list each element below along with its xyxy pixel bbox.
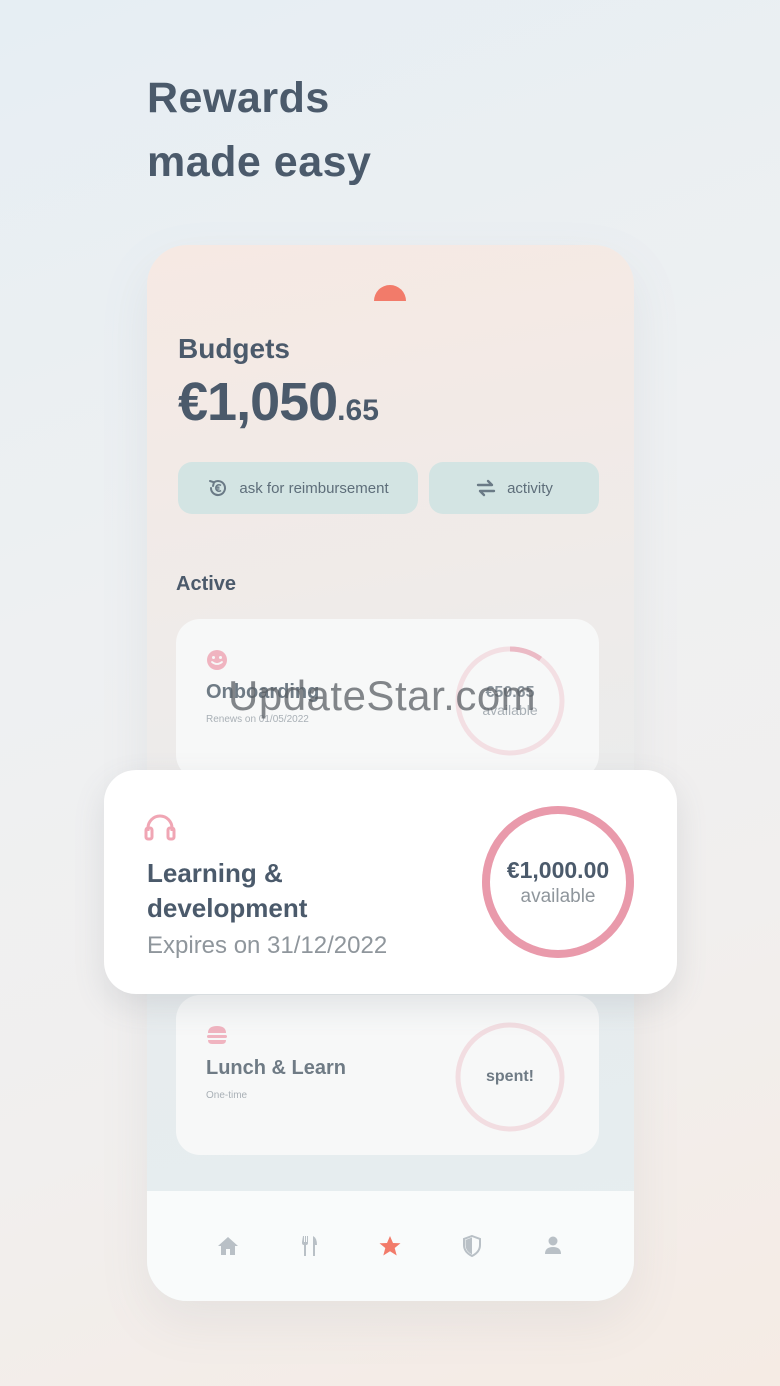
headline: Rewards made easy: [147, 66, 371, 194]
spent-label: spent!: [486, 1068, 534, 1085]
budget-progress-ring: spent!: [454, 1021, 566, 1133]
burger-icon: [206, 1025, 228, 1050]
activity-label: activity: [507, 479, 553, 497]
euro-refresh-icon: [207, 477, 229, 499]
card-title: Learning & development: [147, 858, 308, 923]
swap-arrows-icon: [475, 478, 497, 498]
ask-reimbursement-label: ask for reimbursement: [239, 479, 389, 497]
bottom-nav: [147, 1191, 634, 1301]
budget-total: €1,050.65: [178, 371, 379, 433]
budget-amount-main: €1,050: [178, 372, 338, 432]
watermark-text: UpdateStar.com: [228, 672, 537, 719]
budgets-title: Budgets: [178, 333, 290, 364]
card-subtitle: One-time: [206, 1090, 248, 1101]
card-subtitle: Expires on 31/12/2022: [147, 932, 388, 959]
cutlery-icon[interactable]: [294, 1231, 324, 1261]
profile-icon[interactable]: [538, 1231, 568, 1261]
smiley-icon: [206, 649, 228, 676]
star-icon[interactable]: [375, 1231, 405, 1261]
activity-button[interactable]: activity: [429, 462, 599, 514]
budget-card-learning[interactable]: Learning & development Expires on 31/12/…: [104, 770, 677, 994]
budget-progress-ring: €1,000.00 available: [480, 804, 636, 960]
pull-handle[interactable]: [374, 285, 406, 301]
active-section-title: Active: [176, 573, 237, 595]
headphones-icon: [144, 813, 176, 846]
headline-line-2: made easy: [147, 138, 372, 186]
home-icon[interactable]: [213, 1231, 243, 1261]
budget-amount-cents: .65: [337, 394, 379, 427]
shield-icon[interactable]: [457, 1231, 487, 1261]
headline-line-1: Rewards: [147, 74, 330, 122]
card-title: Lunch & Learn: [206, 1057, 347, 1079]
budget-card-lunch[interactable]: Lunch & Learn One-time spent!: [176, 995, 599, 1155]
ask-reimbursement-button[interactable]: ask for reimbursement: [178, 462, 418, 514]
available-amount: €1,000.00: [506, 856, 610, 883]
available-label: available: [520, 885, 596, 907]
